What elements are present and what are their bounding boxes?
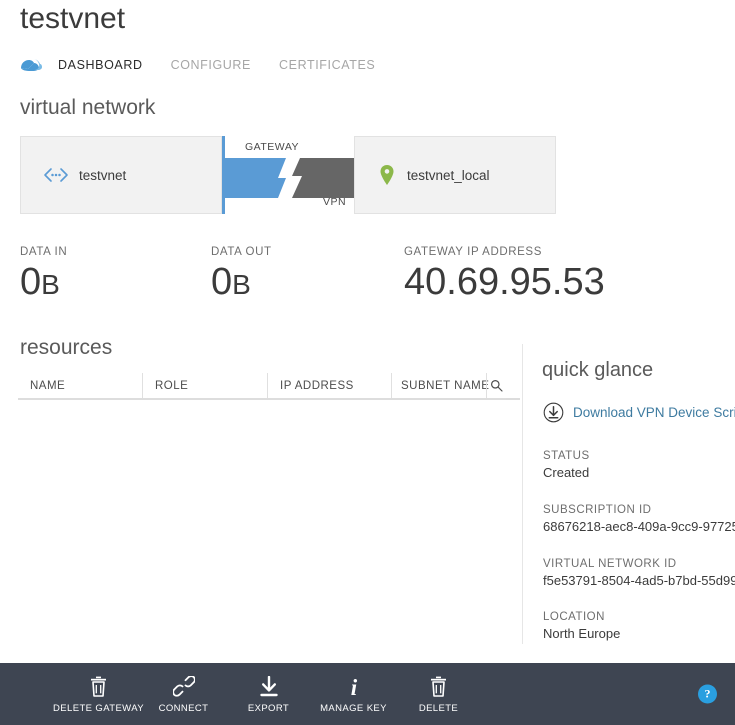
column-header-ip-address[interactable]: IP ADDRESS	[267, 373, 391, 398]
metric-unit: B	[232, 269, 251, 300]
resources-table: NAME ROLE IP ADDRESS SUBNET NAME	[18, 373, 506, 400]
metric-number: 0	[20, 261, 41, 303]
svg-text:i: i	[350, 675, 357, 697]
download-circle-icon	[543, 402, 564, 423]
search-icon[interactable]	[486, 373, 506, 398]
column-header-name[interactable]: NAME	[18, 373, 142, 398]
quick-glance-field-status: STATUS Created	[543, 450, 735, 480]
tab-configure[interactable]: CONFIGURE	[171, 58, 251, 72]
toolbar-label: CONNECT	[159, 703, 209, 714]
page-title: testvnet	[20, 2, 125, 36]
field-value: f5e53791-8504-4ad5-b7bd-55d99fd	[543, 573, 735, 588]
delete-gateway-button[interactable]: DELETE GATEWAY	[56, 663, 141, 725]
quick-glance-divider	[522, 344, 523, 644]
field-key: VIRTUAL NETWORK ID	[543, 558, 735, 570]
download-link-label: Download VPN Device Script	[573, 405, 735, 420]
metric-value: 0B	[211, 263, 272, 303]
toolbar-label: DELETE	[419, 703, 458, 714]
connect-button[interactable]: CONNECT	[141, 663, 226, 725]
trash-icon	[429, 675, 448, 697]
azure-portal-page: testvnet DASHBOARD CONFIGURE CERTIFICATE…	[0, 0, 735, 725]
map-pin-icon	[379, 164, 395, 186]
bottom-toolbar: DELETE GATEWAY CONNECT	[0, 663, 735, 725]
toolbar-label: EXPORT	[248, 703, 289, 714]
virtual-network-heading: virtual network	[20, 96, 155, 120]
tab-dashboard[interactable]: DASHBOARD	[58, 58, 143, 72]
field-value: North Europe	[543, 626, 735, 641]
tab-bar: DASHBOARD CONFIGURE CERTIFICATES	[18, 52, 403, 78]
quick-glance-rule	[506, 398, 520, 400]
metric-label: DATA IN	[20, 246, 67, 258]
resources-table-header: NAME ROLE IP ADDRESS SUBNET NAME	[18, 373, 506, 400]
export-button[interactable]: EXPORT	[226, 663, 311, 725]
column-header-subnet-name[interactable]: SUBNET NAME	[391, 373, 486, 398]
local-network-node-label: testvnet_local	[407, 168, 490, 183]
metric-data-in: DATA IN 0B	[20, 246, 67, 303]
quick-glance-field-virtual-network-id: VIRTUAL NETWORK ID f5e53791-8504-4ad5-b7…	[543, 558, 735, 588]
metric-data-out: DATA OUT 0B	[211, 246, 272, 303]
field-value: 68676218-aec8-409a-9cc9-97725074	[543, 519, 735, 534]
tab-certificates[interactable]: CERTIFICATES	[279, 58, 375, 72]
status-badge: Created	[543, 465, 735, 480]
field-key: LOCATION	[543, 611, 735, 623]
virtual-network-icon	[43, 167, 69, 183]
metric-label: DATA OUT	[211, 246, 272, 258]
vnet-node-box[interactable]: testvnet	[20, 136, 222, 214]
column-header-role[interactable]: ROLE	[142, 373, 267, 398]
metric-number: 0	[211, 261, 232, 303]
metric-value: 40.69.95.53	[404, 263, 605, 303]
trash-icon	[89, 675, 108, 697]
download-icon	[259, 675, 279, 697]
help-icon[interactable]: ?	[698, 685, 717, 704]
gateway-label: GATEWAY	[245, 141, 299, 153]
download-vpn-device-script-link[interactable]: Download VPN Device Script	[543, 402, 735, 423]
local-network-node-box[interactable]: testvnet_local	[354, 136, 556, 214]
link-icon	[173, 675, 195, 697]
quick-glance-field-subscription-id: SUBSCRIPTION ID 68676218-aec8-409a-9cc9-…	[543, 504, 735, 534]
toolbar-label: DELETE GATEWAY	[53, 703, 144, 714]
virtual-network-icon	[18, 55, 44, 75]
metric-label: GATEWAY IP ADDRESS	[404, 246, 605, 258]
info-icon: i	[347, 675, 361, 697]
resources-heading: resources	[20, 336, 112, 360]
toolbar-items: DELETE GATEWAY CONNECT	[0, 663, 481, 725]
field-key: SUBSCRIPTION ID	[543, 504, 735, 516]
field-key: STATUS	[543, 450, 735, 462]
manage-key-button[interactable]: i MANAGE KEY	[311, 663, 396, 725]
metric-value: 0B	[20, 263, 67, 303]
network-diagram: testvnet GATEWAY VPN testvnet_local	[20, 136, 556, 214]
quick-glance-field-location: LOCATION North Europe	[543, 611, 735, 641]
vnet-node-label: testvnet	[79, 168, 126, 183]
delete-button[interactable]: DELETE	[396, 663, 481, 725]
vpn-lightning-icon	[278, 158, 310, 198]
quick-glance-heading: quick glance	[542, 359, 653, 382]
vpn-label: VPN	[323, 196, 346, 208]
metric-unit: B	[41, 269, 60, 300]
toolbar-label: MANAGE KEY	[320, 703, 387, 714]
metric-gateway-ip: GATEWAY IP ADDRESS 40.69.95.53	[404, 246, 605, 303]
